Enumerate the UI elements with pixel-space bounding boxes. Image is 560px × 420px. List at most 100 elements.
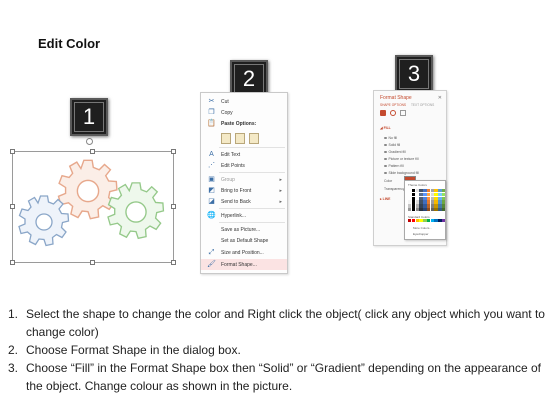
line-header-label: LINE <box>382 197 391 201</box>
close-icon[interactable]: ✕ <box>438 95 442 101</box>
paste-destination-icon[interactable] <box>235 133 245 144</box>
menu-item-label: Paste Options: <box>221 120 257 127</box>
menu-item-hyperlink[interactable]: 🌐 Hyperlink... <box>201 210 287 221</box>
menu-item-edit-points[interactable]: ⋰ Edit Points <box>201 160 287 171</box>
instruction-item: 1. Select the shape to change the color … <box>8 305 553 341</box>
radio-icon <box>384 136 387 140</box>
menu-divider <box>219 208 285 209</box>
eyedropper-link[interactable]: Eyedropper <box>413 232 429 236</box>
format-shape-icon: 🖌 <box>207 260 216 268</box>
panel-tabs: SHAPE OPTIONS TEXT OPTIONS <box>380 103 434 107</box>
resize-handle[interactable] <box>171 149 176 154</box>
step-badge-1: 1 <box>70 98 108 136</box>
menu-divider <box>219 147 285 148</box>
resize-handle[interactable] <box>90 149 95 154</box>
blank-icon <box>207 226 216 234</box>
menu-item-cut[interactable]: ✂ Cut <box>201 96 287 107</box>
copy-icon: ❐ <box>208 108 215 116</box>
resize-handle[interactable] <box>90 260 95 265</box>
scissors-icon: ✂ <box>208 97 215 105</box>
resize-handle[interactable] <box>10 149 15 154</box>
effects-icon[interactable] <box>390 110 396 116</box>
step-badge-3: 3 <box>395 55 433 93</box>
menu-item-label: Size and Position... <box>221 249 264 256</box>
option-no-fill[interactable]: No fill <box>384 136 397 140</box>
instructions-list: 1. Select the shape to change the color … <box>8 305 553 395</box>
option-solid-fill[interactable]: Solid fill <box>384 143 400 147</box>
option-picture-fill[interactable]: Picture or texture fill <box>384 157 418 161</box>
option-label: Slide background fill <box>388 171 419 175</box>
fill-section-header[interactable]: ◢ FILL <box>380 126 391 130</box>
radio-icon <box>384 143 387 147</box>
menu-item-set-default-shape[interactable]: Set as Default Shape <box>201 235 287 246</box>
tab-shape-options[interactable]: SHAPE OPTIONS <box>380 103 406 107</box>
blank-icon <box>207 237 216 245</box>
size-icon[interactable] <box>400 110 406 116</box>
panel-icon-row <box>380 110 406 116</box>
menu-item-label: Group <box>221 176 235 183</box>
menu-item-label: Set as Default Shape <box>221 237 269 244</box>
tab-text-options[interactable]: TEXT OPTIONS <box>411 103 434 107</box>
transparency-label: Transparency <box>384 187 405 191</box>
menu-item-label: Send to Back <box>221 198 251 205</box>
paste-options-row <box>221 133 259 144</box>
radio-icon <box>384 171 387 175</box>
instruction-text: Choose “Fill” in the Format Shape box th… <box>26 361 541 393</box>
radio-icon <box>384 157 387 161</box>
resize-handle[interactable] <box>10 204 15 209</box>
fill-line-icon[interactable] <box>380 110 386 116</box>
gear-group[interactable] <box>10 148 178 268</box>
menu-item-label: Hyperlink... <box>221 212 247 219</box>
menu-item-label: Save as Picture... <box>221 226 261 233</box>
menu-item-group[interactable]: ▣ Group ▸ <box>201 174 287 185</box>
instruction-number: 3. <box>8 361 19 375</box>
menu-item-label: Edit Text <box>221 151 241 158</box>
instruction-item: 2. Choose Format Shape in the dialog box… <box>8 341 553 359</box>
option-slide-bg-fill[interactable]: Slide background fill <box>384 171 419 175</box>
menu-item-label: Edit Points <box>221 162 245 169</box>
option-label: No fill <box>388 136 397 140</box>
menu-item-paste-options: 📋 Paste Options: <box>201 118 287 129</box>
paste-picture-icon[interactable] <box>249 133 259 144</box>
menu-item-label: Cut <box>221 98 229 105</box>
instruction-number: 1. <box>8 307 19 321</box>
menu-item-format-shape[interactable]: 🖌 Format Shape... <box>201 259 287 270</box>
color-palette: Theme Colors Standard Colors More Colors… <box>404 180 446 240</box>
menu-item-label: Bring to Front <box>221 187 252 194</box>
paste-keep-source-icon[interactable] <box>221 133 231 144</box>
menu-item-label: Format Shape... <box>221 261 257 268</box>
menu-item-copy[interactable]: ❐ Copy <box>201 107 287 118</box>
menu-item-bring-to-front[interactable]: ◩ Bring to Front ▸ <box>201 185 287 196</box>
resize-handle[interactable] <box>171 260 176 265</box>
menu-item-size-position[interactable]: ⤢ Size and Position... <box>201 247 287 258</box>
option-gradient-fill[interactable]: Gradient fill <box>384 150 406 154</box>
group-icon: ▣ <box>208 175 215 183</box>
hyperlink-icon: 🌐 <box>207 211 216 219</box>
instruction-item: 3. Choose “Fill” in the Format Shape box… <box>8 359 553 395</box>
option-pattern-fill[interactable]: Pattern fill <box>384 164 404 168</box>
bring-front-icon: ◩ <box>208 186 215 194</box>
rotate-handle-icon[interactable] <box>86 138 93 145</box>
context-menu: ✂ Cut ❐ Copy 📋 Paste Options: A Edit Tex… <box>200 92 288 274</box>
clipboard-icon: 📋 <box>207 119 216 127</box>
size-position-icon: ⤢ <box>208 248 215 256</box>
more-colors-link[interactable]: More Colors... <box>413 226 432 230</box>
panel-title: Format Shape <box>380 95 412 101</box>
fill-header-label: FILL <box>383 126 391 130</box>
theme-colors-grid[interactable] <box>408 189 446 212</box>
line-section-header[interactable]: ▸ LINE <box>380 197 390 201</box>
menu-item-save-as-picture[interactable]: Save as Picture... <box>201 224 287 235</box>
menu-item-send-to-back[interactable]: ◪ Send to Back ▸ <box>201 196 287 207</box>
submenu-arrow-icon: ▸ <box>279 187 282 194</box>
standard-colors-row[interactable] <box>408 219 446 223</box>
color-swatch[interactable] <box>442 219 446 223</box>
menu-divider <box>219 222 285 223</box>
menu-item-edit-text[interactable]: A Edit Text <box>201 149 287 160</box>
send-back-icon: ◪ <box>208 197 215 205</box>
resize-handle[interactable] <box>10 260 15 265</box>
selection-box <box>12 151 174 263</box>
color-swatch[interactable] <box>442 207 446 212</box>
radio-icon <box>384 164 387 168</box>
edit-points-icon: ⋰ <box>208 161 215 169</box>
resize-handle[interactable] <box>171 204 176 209</box>
